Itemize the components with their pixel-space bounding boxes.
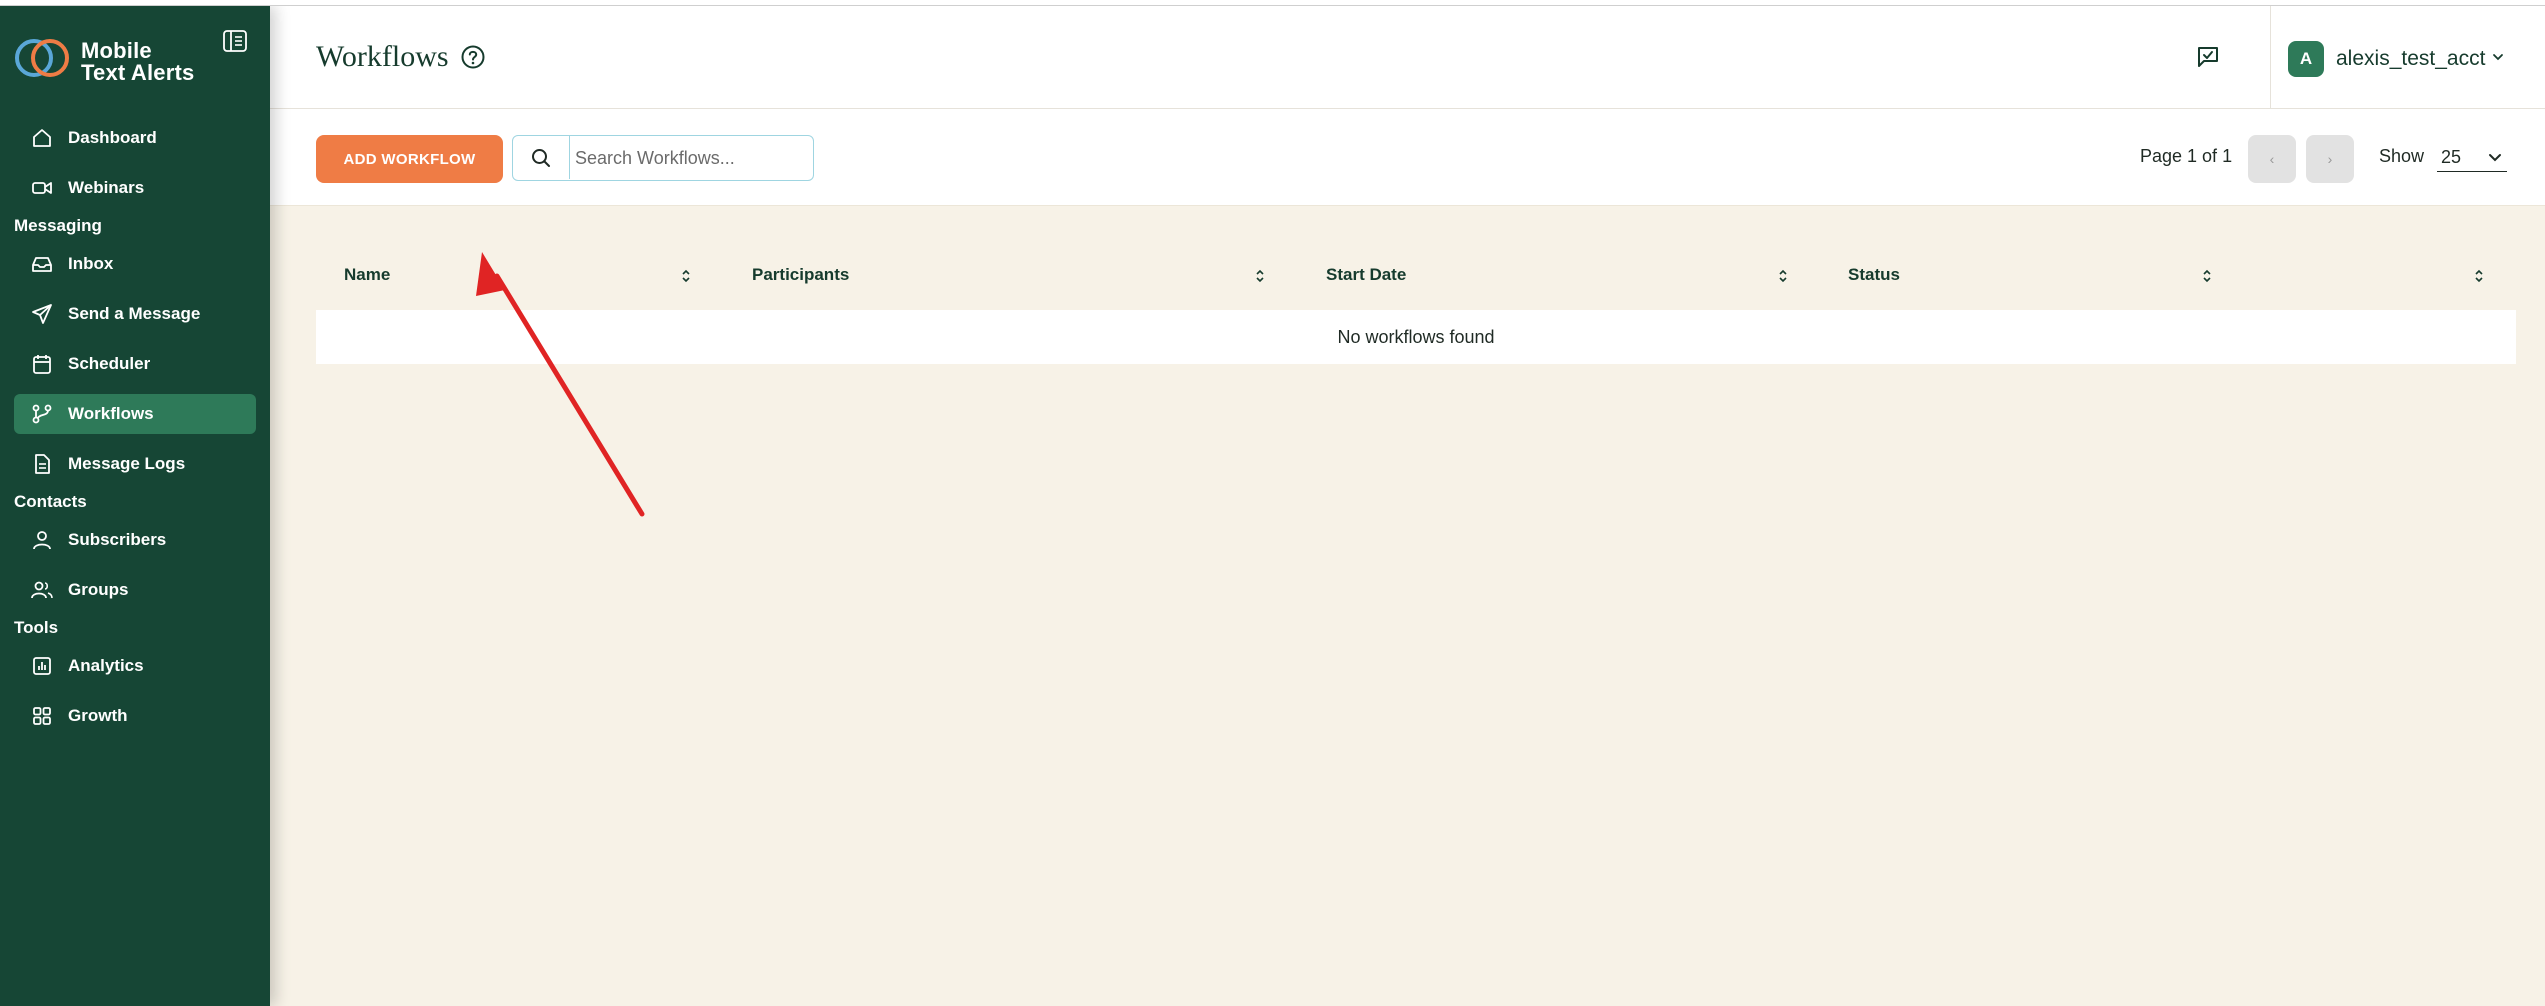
sidebar-item-subscribers[interactable]: Subscribers	[14, 520, 256, 560]
feedback-chat-icon[interactable]	[2195, 44, 2221, 70]
sidebar-item-inbox[interactable]: Inbox	[14, 244, 256, 284]
user-icon	[30, 528, 54, 552]
toolbar: ADD WORKFLOW Page 1 of 1 ‹ › Show 25	[270, 109, 2545, 206]
sidebar-item-workflows[interactable]: Workflows	[14, 394, 256, 434]
add-workflow-button[interactable]: ADD WORKFLOW	[316, 135, 503, 183]
column-label: Start Date	[1326, 265, 1407, 284]
inbox-icon	[30, 252, 54, 276]
grid-icon	[30, 704, 54, 728]
calendar-icon	[30, 352, 54, 376]
page-title: Workflows	[316, 40, 449, 73]
page-size-value: 25	[2441, 146, 2462, 167]
sidebar-collapse-icon[interactable]	[222, 28, 248, 54]
sidebar-item-groups[interactable]: Groups	[14, 570, 256, 610]
sidebar-item-label: Send a Message	[68, 304, 201, 323]
next-page-button[interactable]: ›	[2306, 135, 2354, 183]
chevron-left-icon: ‹	[2269, 151, 2275, 167]
sidebar-item-label: Analytics	[68, 656, 144, 675]
table-header: Name Participants Start Date Status	[316, 254, 2516, 296]
sort-icon[interactable]	[1254, 268, 1266, 284]
logo-text: Mobile Text Alerts	[81, 38, 195, 85]
previous-page-button[interactable]: ‹	[2248, 135, 2296, 183]
chevron-right-icon: ›	[2327, 151, 2333, 167]
account-menu[interactable]: A alexis_test_acct	[2288, 40, 2505, 78]
video-icon	[30, 176, 54, 200]
page-size-select[interactable]: 25	[2437, 143, 2507, 172]
column-label: Status	[1848, 265, 1900, 284]
sidebar-item-label: Dashboard	[68, 128, 157, 147]
search-input[interactable]	[573, 136, 813, 181]
chevron-down-icon	[2491, 50, 2505, 69]
chevron-down-icon	[2487, 149, 2503, 170]
search-field	[512, 135, 814, 181]
sidebar-item-label: Webinars	[68, 178, 145, 197]
sort-icon[interactable]	[2473, 268, 2485, 284]
account-name: alexis_test_acct	[2336, 47, 2486, 70]
column-label: Name	[344, 265, 391, 284]
sort-icon[interactable]	[1777, 268, 1789, 284]
header-divider	[2270, 6, 2271, 108]
logo-mark-icon	[15, 39, 69, 77]
sidebar-item-label: Workflows	[68, 404, 154, 423]
sidebar-item-message-logs[interactable]: Message Logs	[14, 444, 256, 484]
sidebar-item-label: Groups	[68, 580, 129, 599]
column-header-start-date[interactable]: Start Date	[1326, 254, 1406, 296]
sidebar-item-webinars[interactable]: Webinars	[14, 168, 256, 208]
document-icon	[30, 452, 54, 476]
page-size-label: Show	[2379, 146, 2425, 166]
home-icon	[30, 126, 54, 150]
empty-state-message: No workflows found	[1337, 326, 1495, 347]
window-top-border	[0, 0, 2545, 6]
sidebar-item-send-a-message[interactable]: Send a Message	[14, 294, 256, 334]
sort-icon[interactable]	[680, 268, 692, 284]
pagination-info: Page 1 of 1	[2140, 146, 2233, 166]
sidebar-item-label: Inbox	[68, 254, 114, 273]
column-header-participants[interactable]: Participants	[752, 254, 849, 296]
column-header-name[interactable]: Name	[344, 254, 390, 296]
section-label-tools: Tools	[14, 618, 59, 637]
column-header-status[interactable]: Status	[1848, 254, 1900, 296]
sidebar-item-growth[interactable]: Growth	[14, 696, 256, 736]
sidebar-item-label: Message Logs	[68, 454, 186, 473]
sidebar-item-analytics[interactable]: Analytics	[14, 646, 256, 686]
sidebar-item-label: Scheduler	[68, 354, 151, 373]
sort-icon[interactable]	[2201, 268, 2213, 284]
sidebar-item-label: Subscribers	[68, 530, 167, 549]
workflow-icon	[30, 402, 54, 426]
sidebar-item-label: Growth	[68, 706, 128, 725]
chart-icon	[30, 654, 54, 678]
section-label-messaging: Messaging	[14, 216, 102, 235]
sidebar-nav: Dashboard Webinars Messaging Inbox Send …	[14, 118, 256, 746]
column-label: Participants	[752, 265, 850, 284]
section-label-contacts: Contacts	[14, 492, 87, 511]
send-icon	[30, 302, 54, 326]
table-body: No workflows found	[316, 310, 2516, 364]
users-icon	[30, 578, 54, 602]
help-icon[interactable]	[460, 44, 486, 70]
page-header: Workflows A alexis_test_acct	[270, 6, 2545, 109]
avatar: A	[2288, 41, 2324, 77]
sidebar-item-scheduler[interactable]: Scheduler	[14, 344, 256, 384]
sidebar: Mobile Text Alerts Dashboard Webinars Me…	[0, 6, 270, 1006]
app-logo[interactable]: Mobile Text Alerts	[14, 34, 254, 90]
search-icon	[513, 136, 570, 179]
sidebar-item-dashboard[interactable]: Dashboard	[14, 118, 256, 158]
